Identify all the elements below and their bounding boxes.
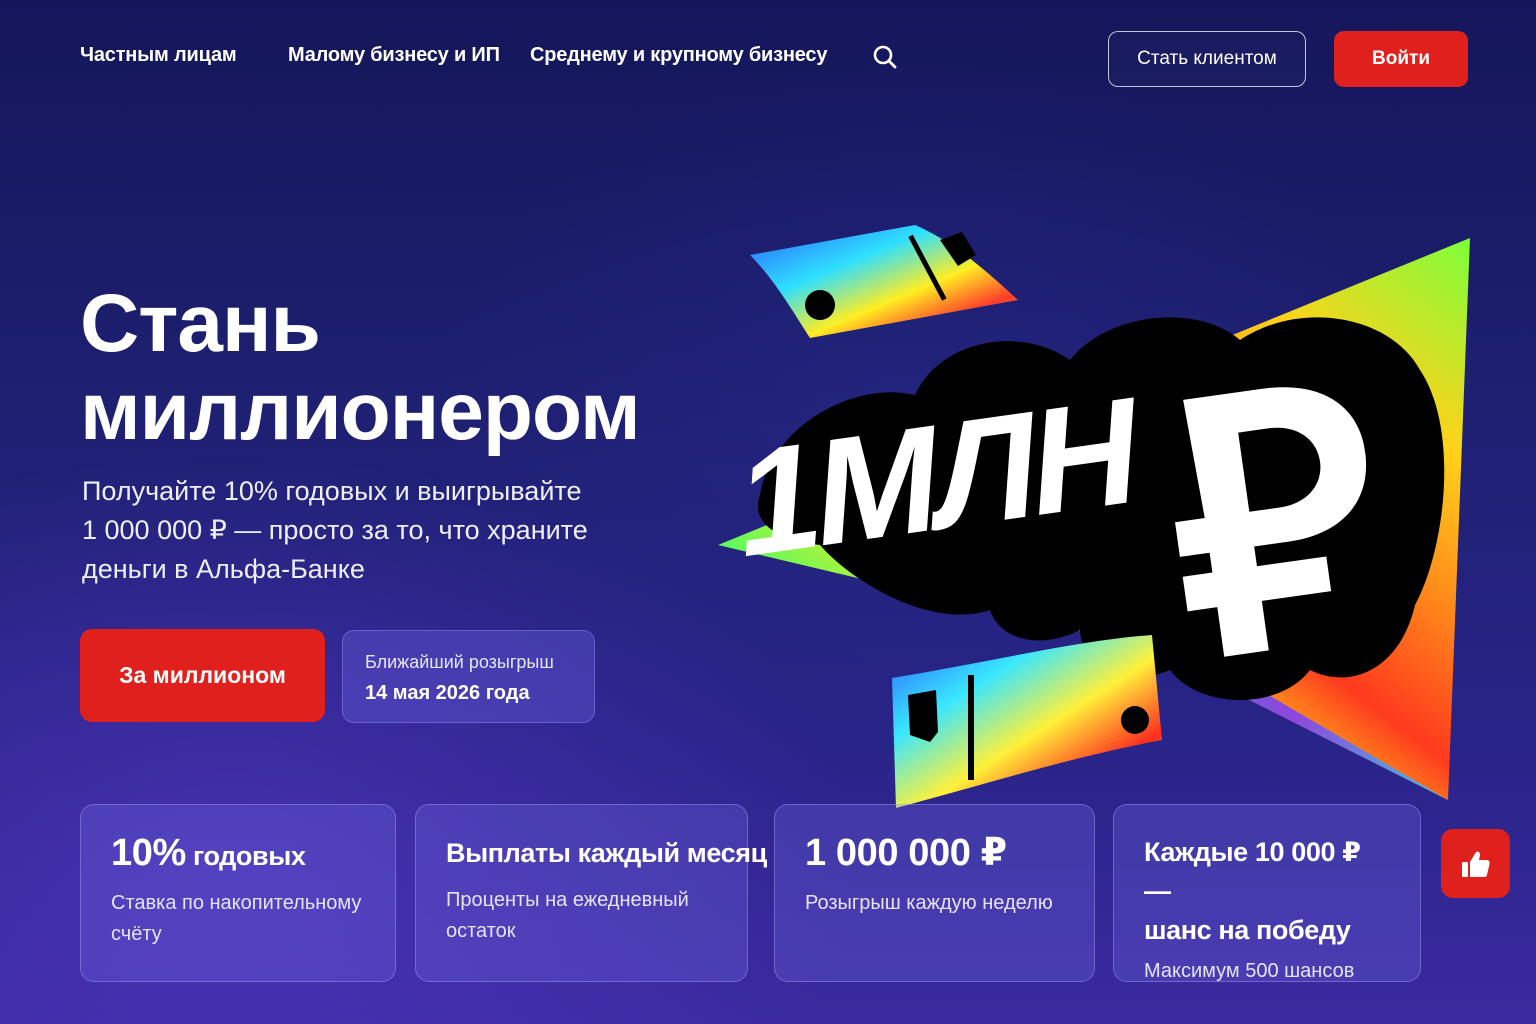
prize-amount: 1 000 000 ₽ — [805, 832, 1007, 874]
card-title: 1 000 000 ₽ — [805, 833, 1064, 876]
rate-suffix: годовых — [185, 841, 306, 871]
card-description: Розыгрыш каждую неделю — [805, 892, 1053, 914]
subtitle-line-3: деньги в Альфа-Банке — [82, 554, 365, 584]
card-title: Выплаты каждый месяц — [446, 838, 767, 868]
title-line-2: миллионером — [80, 366, 641, 457]
feature-card-rate: 10% годовых Ставка по накопительному счё… — [80, 804, 396, 982]
desc-line-1: Ставка по накопительному — [111, 892, 362, 914]
next-draw-label: Ближайший розыгрыш — [365, 652, 554, 672]
feature-card-monthly-payouts: Выплаты каждый месяц Проценты на ежеднев… — [415, 804, 767, 982]
nav-private-clients[interactable]: Частным лицам — [80, 44, 237, 67]
search-icon[interactable] — [872, 44, 898, 70]
card-description: Ставка по накопительному счёту — [111, 888, 365, 950]
feature-card-chances: Каждые 10 000 ₽ — шанс на победу Максиму… — [1113, 804, 1421, 982]
thumbs-up-icon[interactable] — [1441, 829, 1510, 898]
card-description: Максимум 500 шансов — [1144, 960, 1355, 982]
login-button[interactable]: Войти — [1334, 31, 1468, 87]
million-rubles-illustration: 1МЛН — [700, 220, 1500, 820]
hero-subtitle: Получайте 10% годовых и выигрывайте 1 00… — [82, 472, 642, 589]
title-line-1: Каждые 10 000 ₽ — — [1144, 837, 1361, 906]
go-for-million-button[interactable]: За миллионом — [80, 629, 325, 722]
title-line-2: шанс на победу — [1144, 915, 1351, 945]
card-description: Проценты на ежедневный остаток — [446, 885, 717, 947]
desc-line-2: счёту — [111, 923, 162, 945]
title-line-1: Стань — [80, 278, 321, 369]
become-client-button[interactable]: Стать клиентом — [1108, 31, 1306, 87]
card-title: 10% годовых — [111, 833, 365, 876]
next-draw-date: 14 мая 2026 года — [365, 682, 530, 704]
desc-line-1: Проценты на ежедневный — [446, 889, 689, 911]
subtitle-line-1: Получайте 10% годовых и выигрывайте — [82, 476, 582, 506]
top-navigation: Частным лицам Малому бизнесу и ИП Средне… — [0, 0, 1536, 115]
card-title: Каждые 10 000 ₽ — шанс на победу — [1144, 833, 1390, 950]
subtitle-line-2: 1 000 000 ₽ — просто за то, что храните — [82, 515, 588, 545]
nav-corporate-business[interactable]: Среднему и крупному бизнесу — [530, 44, 827, 67]
rate-value: 10% — [111, 832, 186, 874]
feature-card-prize: 1 000 000 ₽ Розыгрыш каждую неделю — [774, 804, 1095, 982]
next-draw-info: Ближайший розыгрыш 14 мая 2026 года — [342, 630, 595, 723]
nav-small-business[interactable]: Малому бизнесу и ИП — [288, 44, 500, 67]
desc-line-2: остаток — [446, 920, 516, 942]
page-title: Стань миллионером — [80, 280, 720, 456]
